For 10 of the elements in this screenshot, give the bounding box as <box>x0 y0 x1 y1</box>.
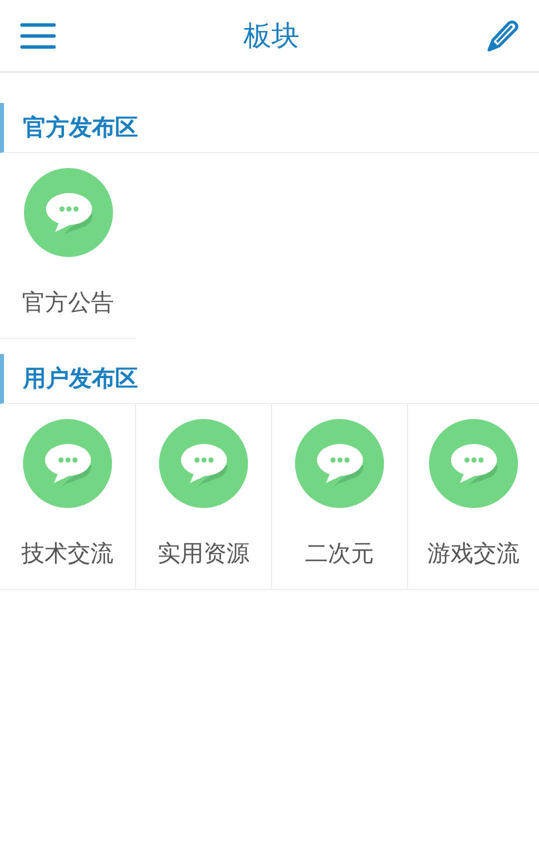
pencil-icon <box>487 20 519 52</box>
menu-button[interactable] <box>20 22 56 48</box>
menu-icon <box>20 22 56 48</box>
chat-bubble-icon <box>429 419 518 508</box>
chat-bubble-icon <box>23 419 112 508</box>
chat-bubble-icon <box>24 168 112 257</box>
chat-bubble-icon <box>295 419 384 508</box>
chat-bubble-icon <box>159 419 248 508</box>
compose-button[interactable] <box>487 20 519 52</box>
page-title: 板块 <box>244 18 300 54</box>
